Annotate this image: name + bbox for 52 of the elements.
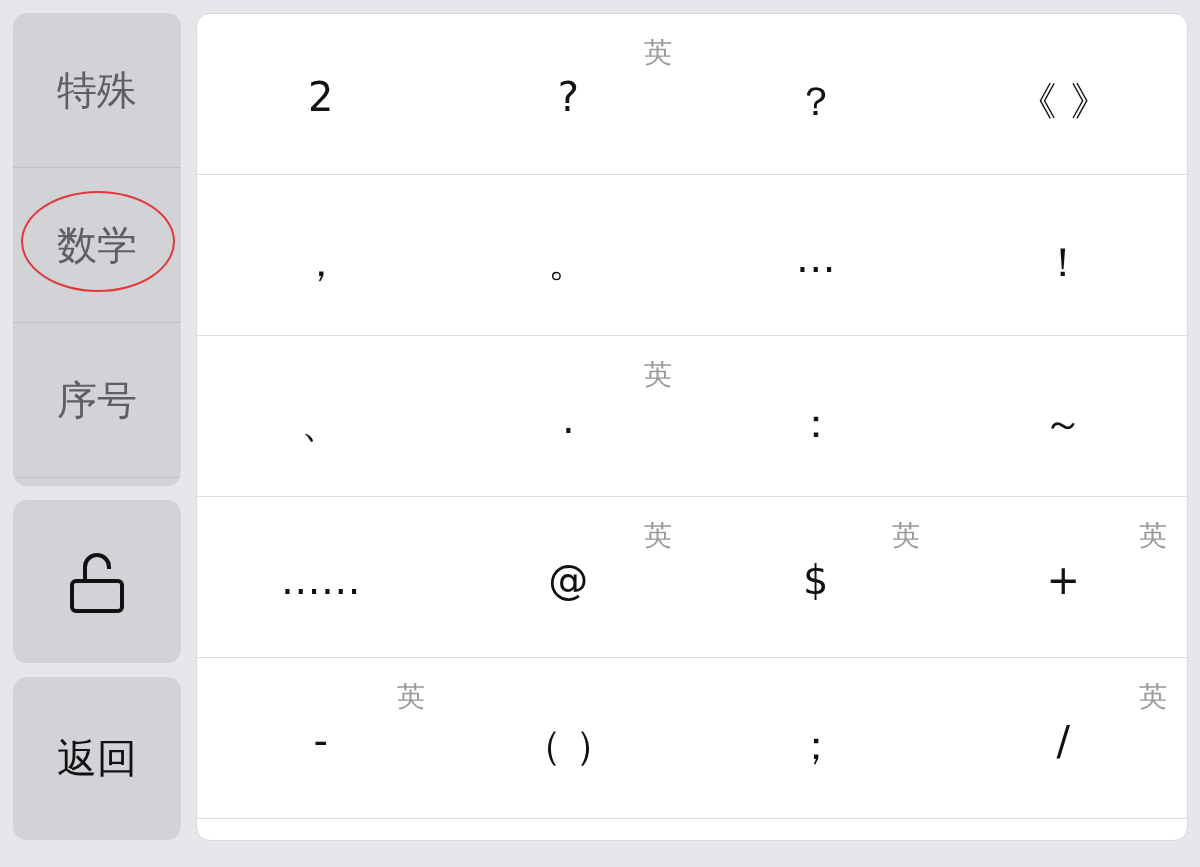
symbol-label: ? <box>556 74 580 120</box>
symbol-label: 《 》 <box>1015 77 1111 126</box>
symbol-key[interactable]: 、 <box>197 336 445 497</box>
symbol-label: - <box>312 718 329 764</box>
english-tag: 英 <box>644 356 672 394</box>
symbol-label: ～ <box>1042 399 1085 448</box>
symbol-label: 。 <box>547 238 590 287</box>
symbol-label: …… <box>279 557 362 603</box>
symbol-key[interactable]: 2 <box>197 14 445 175</box>
category-tab[interactable]: 序号 <box>13 323 181 478</box>
lock-button[interactable] <box>13 500 181 663</box>
category-tab[interactable]: 数学 <box>13 168 181 323</box>
symbol-key[interactable]: 。 <box>444 175 692 336</box>
symbol-key[interactable]: - 英 <box>197 658 445 819</box>
symbol-label: @ <box>547 557 590 603</box>
back-button[interactable]: 返回 <box>13 677 181 840</box>
symbol-key[interactable]: $ 英 <box>692 497 940 658</box>
category-tab[interactable]: 特殊 <box>13 13 181 168</box>
symbol-key[interactable]: ～ <box>939 336 1187 497</box>
english-tag: 英 <box>1139 517 1167 555</box>
symbol-key[interactable]: … <box>692 175 940 336</box>
english-tag: 英 <box>396 678 425 716</box>
symbol-key[interactable]: . 英 <box>444 336 692 497</box>
english-tag: 英 <box>644 34 672 72</box>
symbol-key[interactable]: / 英 <box>939 658 1187 819</box>
symbol-key[interactable]: ； <box>692 658 940 819</box>
symbol-label: . <box>560 396 576 442</box>
english-tag: 英 <box>1139 678 1167 716</box>
symbol-label: ？ <box>794 77 837 126</box>
symbol-label: ， <box>299 238 342 287</box>
symbol-key[interactable]: ？ <box>692 14 940 175</box>
symbol-key[interactable]: ? 英 <box>444 14 692 175</box>
english-tag: 英 <box>644 517 672 555</box>
symbol-key[interactable]: @ 英 <box>444 497 692 658</box>
symbol-label: ： <box>794 399 837 448</box>
symbol-key[interactable]: ： <box>692 336 940 497</box>
symbol-label: （ ） <box>520 721 616 770</box>
english-tag: 英 <box>891 517 920 555</box>
symbol-key[interactable]: ， <box>197 175 445 336</box>
symbol-key[interactable]: ！ <box>939 175 1187 336</box>
symbol-label: / <box>1055 718 1071 764</box>
symbol-key[interactable]: （ ） <box>444 658 692 819</box>
symbol-label: … <box>794 235 837 281</box>
symbol-key[interactable]: …… <box>197 497 445 658</box>
symbol-label: + <box>1045 557 1081 603</box>
symbol-label: $ <box>802 557 830 603</box>
symbol-label: ！ <box>1042 238 1085 287</box>
symbol-key[interactable]: + 英 <box>939 497 1187 658</box>
symbol-label: 2 <box>307 74 335 120</box>
symbol-label: ； <box>794 721 837 770</box>
symbol-label: 、 <box>299 399 342 448</box>
symbol-key[interactable]: 《 》 <box>939 14 1187 175</box>
